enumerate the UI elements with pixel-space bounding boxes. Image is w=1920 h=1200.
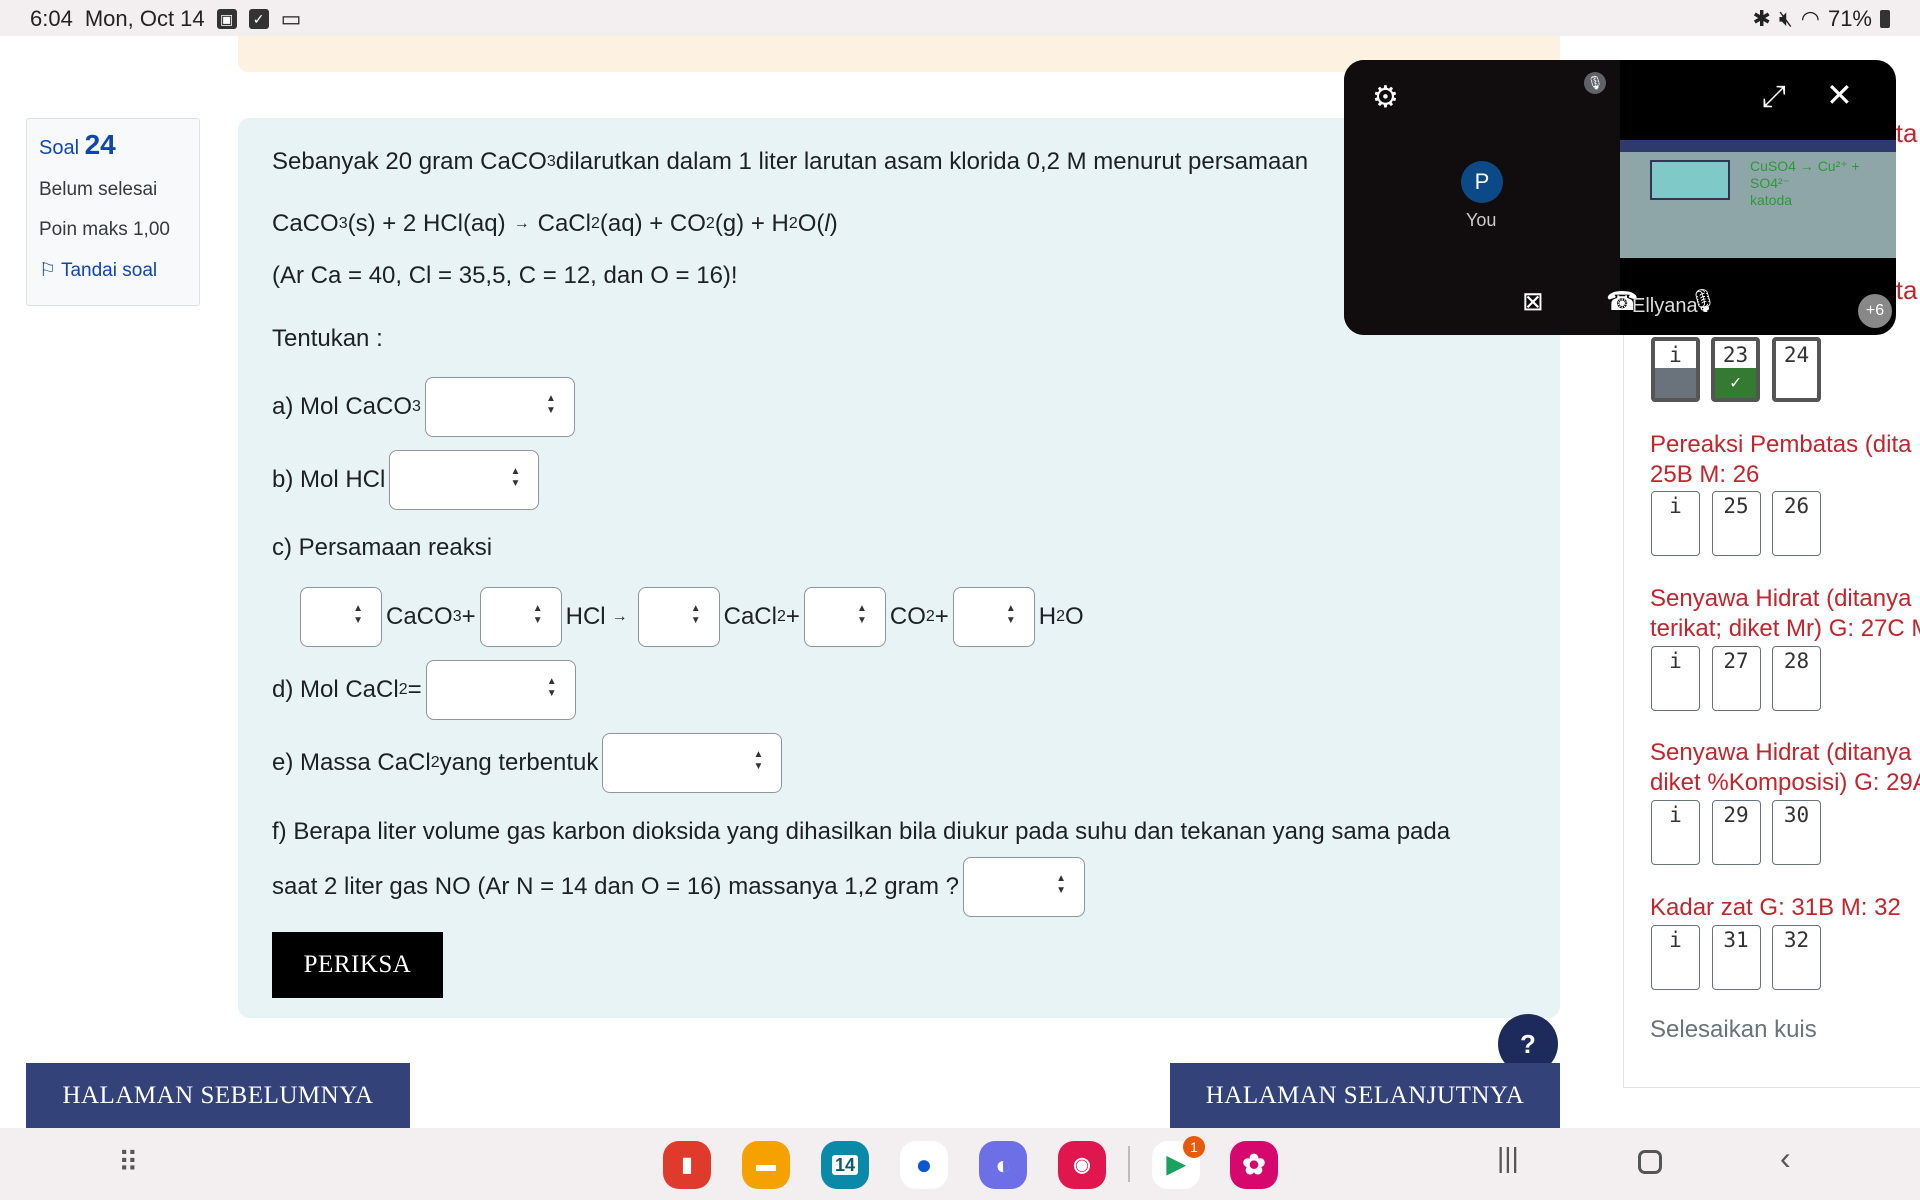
back-button[interactable]: ‹ (1780, 1140, 1791, 1177)
notification-badge: 1 (1183, 1136, 1205, 1158)
video-icon: ▭ (280, 6, 302, 31)
you-label: You (1466, 210, 1497, 230)
mute-icon: 🔇︎ (1778, 6, 1793, 31)
question-intro: Sebanyak 20 gram CaCO 3 dilarutkan dalam … (272, 148, 1309, 175)
check-icon: ✓ (1715, 368, 1756, 398)
gallery-app-icon[interactable]: ✿ (1230, 1141, 1278, 1189)
avatar: P (1461, 161, 1503, 203)
app-drawer-icon[interactable]: ⠿ (118, 1146, 138, 1179)
coef-co2-select[interactable] (803, 587, 886, 647)
participant-muted-icon: 🎙︎ (1689, 288, 1717, 313)
quiz-nav-25[interactable]: 25 (1711, 491, 1761, 556)
meet-call-overlay: ⚙ 🎙︎ P You CuSO4 → Cu²⁺ + SO4²⁻ katoda ⤢ … (1344, 60, 1896, 335)
reaction-equation: CaCO 3 (s) + 2 HCl(aq) → CaCl 2 (aq) + CO 2 (g… (272, 210, 838, 237)
camera-app-icon[interactable]: ◉ (1058, 1141, 1106, 1189)
recents-button[interactable]: ||| (1497, 1142, 1519, 1174)
android-nav-bar: ⠿ ||| ‹ (0, 1128, 1920, 1200)
close-icon[interactable]: ✕ (1826, 76, 1853, 114)
part-d-label: d) Mol CaCl (272, 676, 399, 703)
settings-icon[interactable]: ⚙ (1372, 80, 1399, 115)
next-page-button[interactable]: HALAMAN SELANJUTNYA (1170, 1063, 1560, 1129)
internet-app-icon[interactable]: ◐ (979, 1141, 1027, 1189)
part-a-label: a) Mol CaCO (272, 393, 413, 420)
quiz-nav-23[interactable]: 23 ✓ (1711, 337, 1760, 402)
part-b-label: b) Mol HCl (272, 466, 386, 493)
more-participants-badge[interactable]: +6 (1858, 294, 1892, 328)
quiz-nav-31[interactable]: 31 (1711, 925, 1761, 990)
answer-d-select[interactable] (425, 660, 576, 720)
dock-divider (1128, 1146, 1130, 1182)
coef-caco3-select[interactable] (300, 587, 382, 647)
instruction: Tentukan : (272, 325, 383, 352)
quiz-nav-29[interactable]: 29 (1711, 800, 1761, 865)
question-points: Poin maks 1,00 (39, 219, 170, 240)
flag-label: Tandai soal (60, 260, 158, 281)
quiz-section-heading: Pereaksi Pembatas (dita 25B M: 26 (1650, 431, 1912, 488)
answer-b-select[interactable] (389, 450, 540, 510)
quiz-section-heading: Kadar zat G: 31B M: 32 (1650, 894, 1901, 921)
previous-page-button[interactable]: HALAMAN SEBELUMNYA (26, 1063, 410, 1129)
quiz-nav-26[interactable]: 26 (1772, 491, 1821, 556)
wifi-icon: ◠ (1800, 6, 1820, 31)
camera-off-icon[interactable]: ⊠ (1522, 286, 1544, 317)
quiz-nav-32[interactable]: 32 (1772, 925, 1821, 990)
muted-mic-icon: 🎙︎ (1584, 72, 1606, 94)
files-app-icon[interactable]: ▬ (742, 1141, 790, 1189)
quiz-nav-24[interactable]: 24 (1772, 337, 1821, 402)
clock: 6:04 (30, 6, 73, 31)
expand-icon[interactable]: ⤢ (1762, 80, 1786, 114)
part-f-line2: saat 2 liter gas NO (Ar N = 14 dan O = 1… (272, 873, 959, 900)
participant-name: Ellyana (1632, 295, 1698, 317)
question-label: Soal (39, 137, 80, 159)
atomic-masses: (Ar Ca = 40, Cl = 35,5, C = 12, dan O = … (272, 262, 738, 289)
coef-hcl-select[interactable] (479, 587, 562, 647)
quiz-nav-info[interactable]: i (1651, 337, 1700, 402)
home-button[interactable] (1638, 1150, 1662, 1174)
flag-icon: ⚐ (39, 260, 57, 281)
battery-icon (1880, 10, 1890, 28)
check-icon: ✓ (248, 9, 269, 29)
image-icon: ▣ (216, 9, 237, 29)
date: Mon, Oct 14 (84, 6, 205, 31)
part-f-line1: f) Berapa liter volume gas karbon dioksi… (272, 818, 1451, 845)
part-e-label: e) Massa CaCl (272, 749, 431, 776)
question-number: 24 (84, 129, 116, 160)
shared-screen-thumbnail[interactable]: CuSO4 → Cu²⁺ + SO4²⁻ katoda (1620, 140, 1896, 258)
quiz-nav-info[interactable]: i (1651, 800, 1700, 865)
question-info: Soal 24 Belum selesai Poin maks 1,00 ⚐ T… (26, 118, 200, 306)
messages-app-icon[interactable]: ● (900, 1141, 948, 1189)
check-button[interactable]: PERIKSA (272, 932, 443, 998)
part-c-label: c) Persamaan reaksi (272, 534, 493, 561)
answer-e-select[interactable] (602, 733, 783, 793)
question-state: Belum selesai (39, 179, 158, 200)
calendar-app-icon[interactable]: 14 (821, 1141, 869, 1189)
notes-app-icon[interactable]: ▮ (663, 1141, 711, 1189)
status-bar: 6:04 Mon, Oct 14 ▣ ✓ ▭ ✱ 🔇︎ ◠ 71% (0, 0, 1920, 36)
quiz-section-heading: Senyawa Hidrat (ditanya diket %Komposisi)… (1650, 739, 1920, 796)
reaction-blanks: CaCO3 + HCl → CaCl2 + CO2 + H2O (296, 587, 1084, 647)
coef-cacl2-select[interactable] (637, 587, 720, 647)
quiz-nav-info[interactable]: i (1651, 925, 1700, 990)
bluetooth-icon: ✱ (1752, 6, 1771, 31)
answer-a-select[interactable] (424, 377, 575, 437)
flag-question-button[interactable]: ⚐ Tandai soal (39, 259, 187, 282)
battery-level: 71% (1827, 6, 1872, 31)
quiz-nav-30[interactable]: 30 (1772, 800, 1821, 865)
quiz-nav-27[interactable]: 27 (1711, 646, 1761, 711)
quiz-section-heading: Senyawa Hidrat (ditanya terikat; diket Mr… (1650, 585, 1920, 642)
quiz-nav-info[interactable]: i (1651, 646, 1700, 711)
coef-h2o-select[interactable] (952, 587, 1035, 647)
quiz-nav-28[interactable]: 28 (1772, 646, 1821, 711)
finish-quiz-link[interactable]: Selesaikan kuis (1650, 1016, 1817, 1044)
answer-f-select[interactable] (963, 857, 1085, 917)
quiz-nav-info[interactable]: i (1651, 491, 1700, 556)
